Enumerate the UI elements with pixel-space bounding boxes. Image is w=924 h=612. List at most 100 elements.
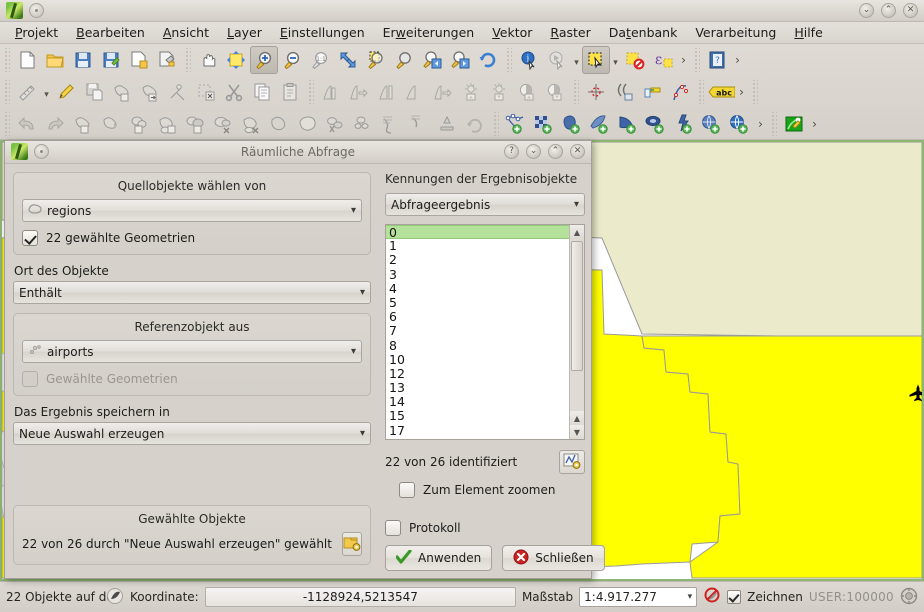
add-ring-icon[interactable] <box>293 110 321 138</box>
measure-line-icon[interactable] <box>13 78 41 106</box>
scroll-track[interactable] <box>570 239 584 411</box>
list-item[interactable]: 8 <box>386 338 569 353</box>
cut-features-icon[interactable] <box>220 78 248 106</box>
save-project-as-icon[interactable] <box>97 46 125 74</box>
toolbar-grip[interactable] <box>697 80 704 104</box>
offset-curve-icon[interactable] <box>610 78 638 106</box>
histogram-a-icon[interactable] <box>317 78 345 106</box>
snapping-icon[interactable] <box>582 78 610 106</box>
zoom-in-icon[interactable] <box>250 46 278 74</box>
menu-ansicht[interactable]: Ansicht <box>154 23 218 42</box>
contrast-down-icon[interactable] <box>541 78 569 106</box>
source-layer-combo[interactable]: regions ▾ <box>22 199 362 222</box>
add-feature-icon[interactable] <box>108 78 136 106</box>
toolbar-grip[interactable] <box>693 48 700 72</box>
run-feature-action-icon[interactable] <box>543 46 571 74</box>
select-by-expression-icon[interactable]: ε <box>649 46 677 74</box>
paste-features-icon[interactable] <box>276 78 304 106</box>
toolbar-overflow-button[interactable]: › <box>735 85 748 99</box>
window-menu-button[interactable] <box>29 3 44 18</box>
undo-icon[interactable] <box>13 110 41 138</box>
toolbar-grip[interactable] <box>3 80 10 104</box>
stop-render-icon[interactable] <box>703 587 721 608</box>
menu-hilfe[interactable]: Hilfe <box>785 23 831 42</box>
offset-point-symbol-icon[interactable] <box>433 110 461 138</box>
menu-layer[interactable]: Layer <box>218 23 271 42</box>
minimize-button[interactable]: ⌄ <box>859 3 874 18</box>
list-item[interactable]: 1 <box>386 238 569 253</box>
deselect-features-icon[interactable] <box>621 46 649 74</box>
composer-manager-icon[interactable] <box>153 46 181 74</box>
scroll-up-icon[interactable]: ▲ <box>570 225 584 239</box>
chevron-down-icon[interactable]: ▾ <box>688 592 693 602</box>
toolbar-grip[interactable] <box>572 80 579 104</box>
histogram-b-icon[interactable] <box>345 78 373 106</box>
help-button[interactable]: ? <box>504 144 519 159</box>
log-checkbox[interactable] <box>385 520 401 536</box>
zoom-full-icon[interactable] <box>334 46 362 74</box>
rotate-label-icon[interactable] <box>461 110 489 138</box>
scroll-thumb[interactable] <box>571 241 583 371</box>
menu-bearbeiten[interactable]: Bearbeiten <box>67 23 154 42</box>
chevron-down-icon[interactable]: ▾ <box>360 428 365 439</box>
identify-features-icon[interactable]: i <box>515 46 543 74</box>
minimize-button[interactable]: ⌄ <box>526 144 541 159</box>
menu-vektor[interactable]: Vektor <box>483 23 541 42</box>
zoom-to-selection-icon[interactable] <box>362 46 390 74</box>
merge-attributes-icon[interactable] <box>209 110 237 138</box>
zoom-to-element-checkbox[interactable] <box>399 482 415 498</box>
add-oracle-layer-icon[interactable] <box>642 110 670 138</box>
add-raster-layer-icon[interactable] <box>530 110 558 138</box>
toolbar-overflow-button[interactable]: › <box>754 117 767 131</box>
delete-selected-icon[interactable] <box>192 78 220 106</box>
rotate-feature-icon[interactable] <box>69 110 97 138</box>
zoom-last-icon[interactable] <box>418 46 446 74</box>
zoom-native-icon[interactable]: 1:1 <box>306 46 334 74</box>
source-selected-checkbox-row[interactable]: 22 gewählte Geometrien <box>22 230 362 246</box>
list-item[interactable]: 7 <box>386 324 569 338</box>
toolbar-grip[interactable] <box>751 80 758 104</box>
list-item[interactable]: 15 <box>386 409 569 423</box>
chevron-down-icon[interactable]: ▾ <box>351 346 356 357</box>
pan-map-icon[interactable] <box>194 46 222 74</box>
pan-to-selection-icon[interactable] <box>222 46 250 74</box>
zoom-result-button[interactable] <box>559 450 585 474</box>
list-item[interactable]: 6 <box>386 309 569 324</box>
scroll-up-icon-2[interactable]: ▲ <box>570 411 584 425</box>
log-row[interactable]: Protokoll <box>385 520 585 536</box>
open-attribute-table-icon[interactable]: ? <box>703 46 731 74</box>
list-item[interactable]: 5 <box>386 295 569 310</box>
result-list-scrollbar[interactable]: ▲ ▲ ▼ <box>569 225 584 439</box>
split-features-icon[interactable] <box>125 110 153 138</box>
list-item[interactable]: 4 <box>386 281 569 296</box>
results-combo[interactable]: Abfrageergebnis ▾ <box>385 193 585 216</box>
chevron-down-icon[interactable]: ▾ <box>41 80 52 104</box>
add-mssql-layer-icon[interactable] <box>614 110 642 138</box>
menu-einstellungen[interactable]: Einstellungen <box>271 23 374 42</box>
show-labels-icon[interactable]: abc <box>707 78 735 106</box>
add-vector-layer-icon[interactable] <box>502 110 530 138</box>
copy-features-icon[interactable] <box>248 78 276 106</box>
toolbar-grip[interactable] <box>3 112 10 136</box>
zoom-next-icon[interactable] <box>446 46 474 74</box>
list-item[interactable]: 13 <box>386 380 569 395</box>
toolbar-grip[interactable] <box>3 48 10 72</box>
list-item[interactable]: 14 <box>386 395 569 409</box>
select-features-icon[interactable] <box>582 46 610 74</box>
chevron-down-icon[interactable]: ▾ <box>574 199 579 210</box>
toolbar-overflow-button[interactable]: › <box>677 53 690 67</box>
brightness-down-icon[interactable] <box>485 78 513 106</box>
close-button[interactable]: ✕ <box>570 144 585 159</box>
brightness-up-icon[interactable] <box>457 78 485 106</box>
operator-combo[interactable]: Enthält ▾ <box>13 281 371 304</box>
toolbar-grip[interactable] <box>184 48 191 72</box>
histogram-e-icon[interactable] <box>429 78 457 106</box>
zoom-to-layer-icon[interactable] <box>390 46 418 74</box>
zoom-to-element-row[interactable]: Zum Element zoomen <box>399 482 585 498</box>
add-spatialite-layer-icon[interactable] <box>586 110 614 138</box>
toolbar-grip[interactable] <box>307 80 314 104</box>
menu-projekt[interactable]: Projekt <box>6 23 67 42</box>
new-print-composer-icon[interactable] <box>125 46 153 74</box>
result-ids-listbox[interactable]: 0123456781012131415171820 ▲ ▲ ▼ <box>385 224 585 440</box>
render-checkbox[interactable] <box>727 590 742 604</box>
